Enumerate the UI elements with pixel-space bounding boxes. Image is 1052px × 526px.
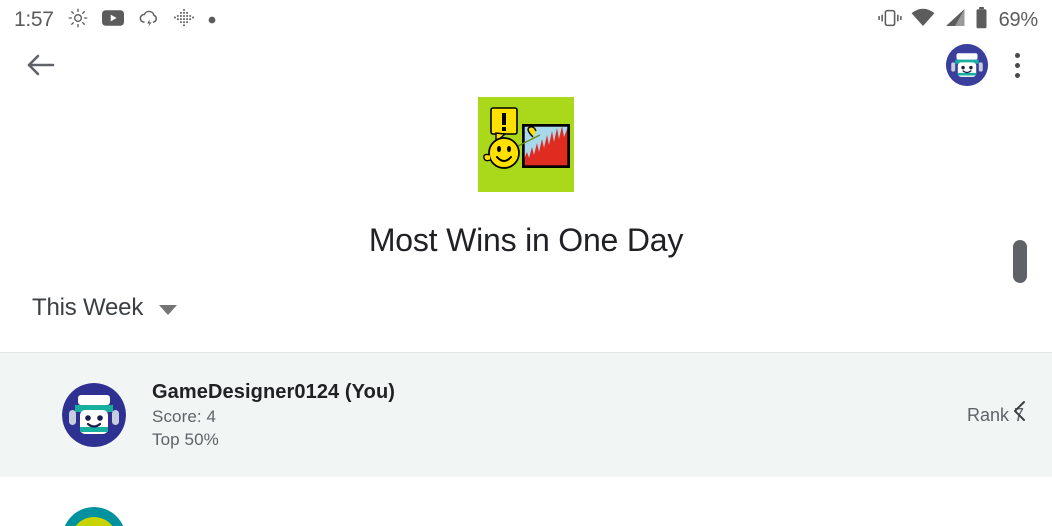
timeframe-filter[interactable]: This Week [32,294,178,322]
status-clock: 1:57 [14,8,54,31]
table-row[interactable]: Gruff: Rank 1 [0,477,1052,526]
achievement-badge [478,97,574,192]
player-score: Score: 4 [152,406,217,426]
chevron-down-icon [159,305,178,315]
table-row[interactable]: GameDesigner0124 (You) Score: 4 Top 50% … [0,353,1052,477]
cloud-lightning-icon [138,8,160,33]
wifi-icon [911,8,935,32]
scrollbar-thumb[interactable] [1013,240,1027,283]
youtube-icon [101,9,124,31]
avatar [62,383,126,447]
avatar [62,507,126,526]
player-name: GameDesigner0124 (You) [152,380,396,403]
status-bar-left: 1:57 [14,8,216,33]
page-title: Most Wins in One Day [368,222,684,258]
row-details: GameDesigner0124 (You) Score: 4 Top 50% [152,381,395,450]
leaderboard-list: GameDesigner0124 (You) Score: 4 Top 50% … [0,352,1052,526]
player-percentile: Top 50% [152,429,219,449]
back-gesture-chevron-icon[interactable] [1007,398,1033,424]
status-bar-right: 69% [877,6,1039,34]
kebab-menu-icon[interactable] [1000,44,1034,86]
battery-icon [975,6,988,34]
signal-icon [944,8,966,32]
battery-percent: 69% [998,8,1039,31]
back-arrow-icon[interactable] [18,42,64,88]
dot-icon [208,11,216,29]
avatar[interactable] [946,44,988,86]
timeframe-filter-label: This Week [32,294,144,321]
status-bar: 1:57 69% [0,0,1052,40]
app-bar [0,40,1052,90]
badge-container [0,97,1052,192]
leaderboard-screen: 1:57 69% Most Wins in One Day This Week … [0,0,1052,526]
app-bar-actions [946,44,1034,86]
vibrate-icon [877,8,902,33]
dotted-diamond-icon [173,8,194,33]
brightness-icon [68,8,88,33]
